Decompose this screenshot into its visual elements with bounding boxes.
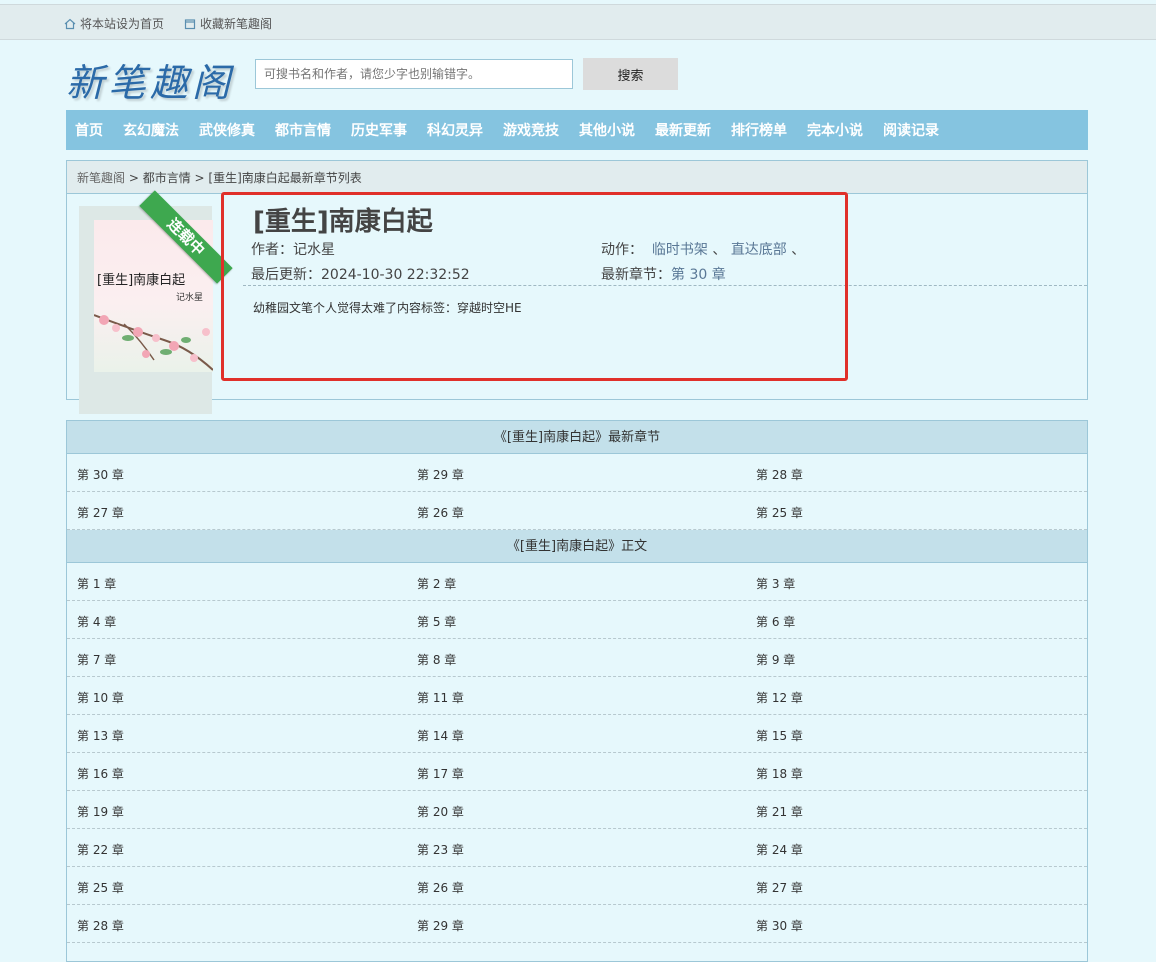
chapter-link[interactable]: 第 12 章 (756, 689, 803, 706)
chapter-row: 第 4 章 第 5 章 第 6 章 (67, 601, 1087, 639)
chapter-row: 第 7 章 第 8 章 第 9 章 (67, 639, 1087, 677)
search-button[interactable]: 搜索 (583, 58, 678, 90)
chapter-link[interactable]: 第 28 章 (756, 466, 803, 483)
nav-wuxia[interactable]: 武侠修真 (199, 120, 255, 140)
chapter-link[interactable]: 第 26 章 (417, 504, 464, 521)
chapter-row: 第 10 章 第 11 章 第 12 章 (67, 677, 1087, 715)
nav-latest[interactable]: 最新更新 (655, 120, 711, 140)
main-chapters-heading: 《[重生]南康白起》正文 (67, 530, 1087, 563)
breadcrumb-sep: > (190, 171, 209, 185)
chapter-link[interactable]: 第 16 章 (77, 765, 124, 782)
search-input[interactable] (255, 59, 573, 89)
breadcrumb: 新笔趣阁 > 都市言情 > [重生]南康白起最新章节列表 (67, 161, 1087, 194)
chapter-link[interactable]: 第 23 章 (417, 841, 464, 858)
site-logo[interactable]: 新笔趣阁 (66, 52, 234, 107)
chapter-link[interactable]: 第 25 章 (756, 504, 803, 521)
chapter-link[interactable]: 第 10 章 (77, 689, 124, 706)
chapter-link[interactable]: 第 24 章 (756, 841, 803, 858)
chapter-link[interactable]: 第 17 章 (417, 765, 464, 782)
latest-chapters-heading: 《[重生]南康白起》最新章节 (67, 421, 1087, 454)
chapter-link[interactable]: 第 27 章 (77, 504, 124, 521)
chapter-link[interactable]: 第 4 章 (77, 613, 116, 630)
set-home-link[interactable]: 将本站设为首页 (64, 15, 164, 32)
breadcrumb-category[interactable]: 都市言情 (143, 171, 191, 185)
chapter-row: 第 13 章 第 14 章 第 15 章 (67, 715, 1087, 753)
chapter-row: 第 16 章 第 17 章 第 18 章 (67, 753, 1087, 791)
chapter-link[interactable]: 第 11 章 (417, 689, 464, 706)
chapter-link[interactable]: 第 29 章 (417, 917, 464, 934)
chapter-link[interactable]: 第 30 章 (77, 466, 124, 483)
chapter-link[interactable]: 第 5 章 (417, 613, 456, 630)
chapter-row: 第 25 章 第 26 章 第 27 章 (67, 867, 1087, 905)
set-home-label: 将本站设为首页 (80, 17, 165, 31)
nav-complete[interactable]: 完本小说 (807, 120, 863, 140)
chapter-link[interactable]: 第 9 章 (756, 651, 795, 668)
nav-history[interactable]: 历史军事 (351, 120, 407, 140)
chapter-row: 第 30 章 第 29 章 第 28 章 (67, 454, 1087, 492)
chapter-row: 第 27 章 第 26 章 第 25 章 (67, 492, 1087, 530)
bookmark-icon (184, 18, 196, 29)
chapter-link[interactable]: 第 6 章 (756, 613, 795, 630)
chapter-link[interactable]: 第 1 章 (77, 575, 116, 592)
chapter-link[interactable]: 第 30 章 (756, 917, 803, 934)
chapter-link[interactable]: 第 8 章 (417, 651, 456, 668)
chapter-link[interactable]: 第 3 章 (756, 575, 795, 592)
top-bar: 将本站设为首页 收藏新笔趣阁 (0, 4, 1156, 40)
nav-home[interactable]: 首页 (75, 120, 103, 140)
main-nav: 首页 玄幻魔法 武侠修真 都市言情 历史军事 科幻灵异 游戏竞技 其他小说 最新… (66, 110, 1088, 150)
chapter-link[interactable]: 第 27 章 (756, 879, 803, 896)
chapter-link[interactable]: 第 19 章 (77, 803, 124, 820)
chapter-link[interactable]: 第 14 章 (417, 727, 464, 744)
chapter-link[interactable]: 第 7 章 (77, 651, 116, 668)
chapter-link[interactable]: 第 29 章 (417, 466, 464, 483)
nav-fantasy[interactable]: 玄幻魔法 (123, 120, 179, 140)
nav-history-record[interactable]: 阅读记录 (883, 120, 939, 140)
chapter-link[interactable]: 第 18 章 (756, 765, 803, 782)
chapter-link[interactable]: 第 28 章 (77, 917, 124, 934)
cover-author: 记水星 (176, 293, 204, 303)
chapter-link[interactable]: 第 15 章 (756, 727, 803, 744)
breadcrumb-current: [重生]南康白起最新章节列表 (208, 171, 362, 185)
nav-games[interactable]: 游戏竞技 (503, 120, 559, 140)
cover-title: [重生]南康白起 (97, 273, 186, 288)
chapter-row: 第 19 章 第 20 章 第 21 章 (67, 791, 1087, 829)
chapter-link[interactable]: 第 2 章 (417, 575, 456, 592)
chapter-row: 第 22 章 第 23 章 第 24 章 (67, 829, 1087, 867)
chapter-row: 第 1 章 第 2 章 第 3 章 (67, 563, 1087, 601)
nav-urban[interactable]: 都市言情 (275, 120, 331, 140)
nav-ranking[interactable]: 排行榜单 (731, 120, 787, 140)
breadcrumb-sep: > (125, 171, 143, 185)
bookmark-link[interactable]: 收藏新笔趣阁 (184, 15, 272, 32)
nav-scifi[interactable]: 科幻灵异 (427, 120, 483, 140)
bookmark-label: 收藏新笔趣阁 (200, 17, 273, 31)
chapter-link[interactable]: 第 25 章 (77, 879, 124, 896)
chapter-row: 第 28 章 第 29 章 第 30 章 (67, 905, 1087, 943)
book-cover[interactable]: [重生]南康白起 记水星 连载中 (79, 190, 233, 414)
chapter-link[interactable]: 第 13 章 (77, 727, 124, 744)
highlight-box (221, 192, 848, 381)
nav-other[interactable]: 其他小说 (579, 120, 635, 140)
chapter-link[interactable]: 第 20 章 (417, 803, 464, 820)
chapter-link[interactable]: 第 21 章 (756, 803, 803, 820)
chapter-link[interactable]: 第 22 章 (77, 841, 124, 858)
breadcrumb-home[interactable]: 新笔趣阁 (77, 171, 125, 185)
chapter-link[interactable]: 第 26 章 (417, 879, 464, 896)
chapter-list: 《[重生]南康白起》最新章节 第 30 章第 29 章第 28 章第 27 章第… (66, 420, 1088, 962)
home-icon (64, 18, 76, 29)
